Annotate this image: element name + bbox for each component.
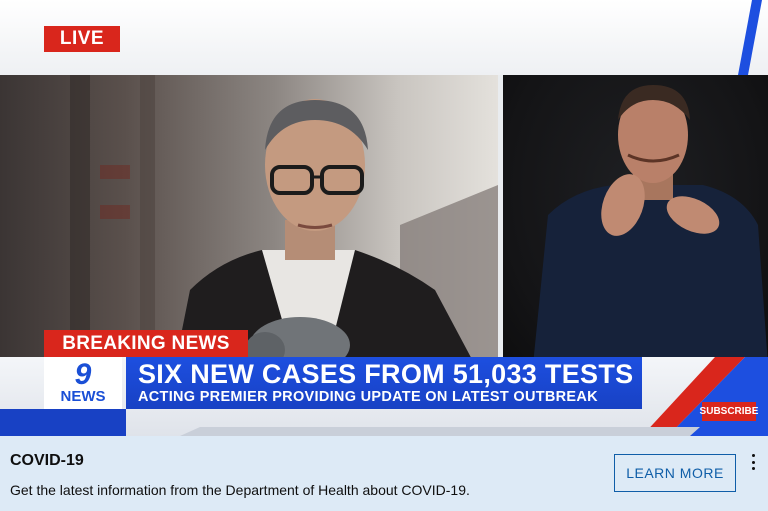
interpreter-image: [533, 85, 768, 365]
more-vertical-icon[interactable]: [746, 452, 760, 472]
breaking-news-banner: BREAKING NEWS: [44, 330, 248, 357]
learn-more-button[interactable]: LEARN MORE: [614, 454, 736, 492]
video-player[interactable]: LIVE BREAKING NEWS 9 NEWS SIX NEW CASES …: [0, 0, 768, 436]
subscribe-watermark[interactable]: SUBSCRIBE: [700, 402, 758, 421]
info-panel-description: Get the latest information from the Depa…: [10, 482, 470, 498]
speaker-image: [70, 75, 498, 365]
logo-word: NEWS: [60, 388, 106, 405]
channel-nine-news-logo: 9 NEWS: [44, 357, 122, 409]
news-headline: SIX NEW CASES FROM 51,033 TESTS: [138, 359, 634, 389]
blue-corner-stripe: [738, 0, 762, 75]
interpreter-video-feed: [503, 75, 768, 365]
news-subheadline: ACTING PREMIER PROVIDING UPDATE ON LATES…: [138, 389, 598, 405]
logo-number: 9: [74, 358, 92, 391]
live-badge: LIVE: [44, 26, 120, 52]
speaker-video-feed: [0, 75, 498, 365]
info-panel-title: COVID-19: [10, 452, 84, 469]
